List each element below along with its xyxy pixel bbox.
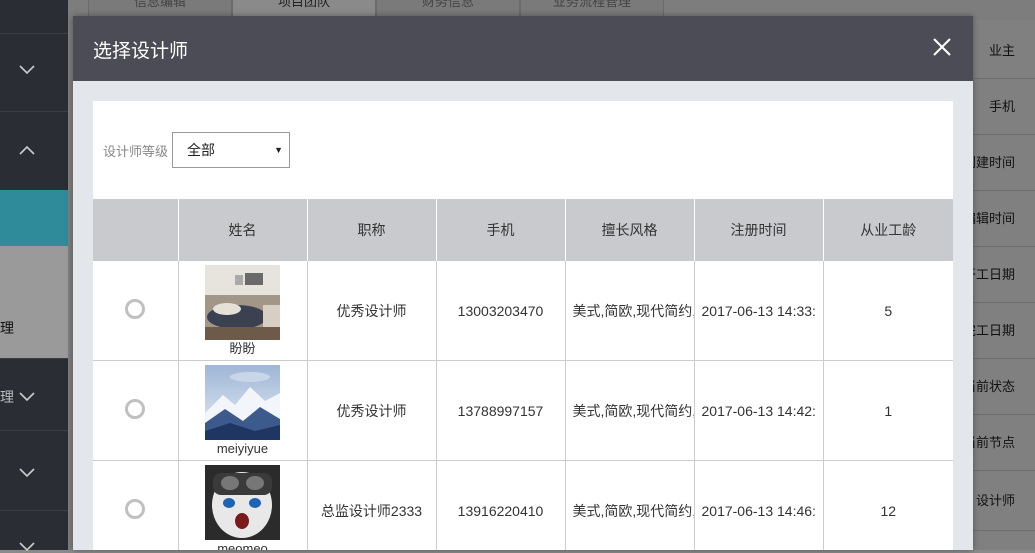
sidebar-item-label: 理 bbox=[0, 389, 14, 405]
chevron-down-icon bbox=[19, 542, 35, 552]
designer-years: 12 bbox=[823, 460, 953, 550]
sidebar: 理 理 bbox=[0, 0, 68, 552]
designer-style: 美式,简欧,现代简约, bbox=[565, 460, 695, 550]
designer-title: 优秀设计师 bbox=[307, 360, 437, 461]
designer-years: 1 bbox=[823, 360, 953, 461]
tab-finance[interactable]: 财务信息 bbox=[376, 0, 520, 17]
designer-registered: 2017-06-13 14:33: bbox=[694, 261, 824, 361]
sidebar-section[interactable]: 理 bbox=[0, 358, 68, 431]
select-radio[interactable] bbox=[125, 299, 146, 319]
detail-labels: 业主 手机 创建时间 编辑时间 开工日期 完工日期 当前状态 当前节点 设计师 bbox=[963, 20, 1035, 550]
label-owner: 业主 bbox=[988, 43, 1015, 58]
label-phone: 手机 bbox=[988, 99, 1015, 114]
select-value: 全部 bbox=[187, 142, 216, 158]
designer-title: 优秀设计师 bbox=[307, 261, 437, 361]
close-icon[interactable] bbox=[929, 34, 955, 60]
designer-name: meiyiyue bbox=[216, 440, 269, 456]
tab-info-edit[interactable]: 信息编辑 bbox=[88, 0, 232, 17]
table-row[interactable]: meiyiyue 优秀设计师 13788997157 美式,简欧,现代简约, 2… bbox=[93, 360, 953, 461]
tab-bar: 信息编辑 项目团队 财务信息 业务流程管理 bbox=[88, 0, 664, 17]
table-row[interactable]: meomeo 总监设计师2333 13916220410 美式,简欧,现代简约,… bbox=[93, 460, 953, 551]
label-designer: 设计师 bbox=[975, 493, 1015, 508]
table-row[interactable]: 盼盼 优秀设计师 13003203470 美式,简欧,现代简约, 2017-06… bbox=[93, 261, 953, 361]
column-header-style[interactable]: 擅长风格 bbox=[565, 199, 695, 261]
sidebar-section[interactable] bbox=[0, 33, 68, 112]
designer-style: 美式,简欧,现代简约, bbox=[565, 360, 695, 461]
caret-down-icon: ▼ bbox=[274, 145, 284, 155]
sidebar-item-label: 理 bbox=[0, 320, 14, 336]
column-header-phone[interactable]: 手机 bbox=[436, 199, 566, 261]
designer-name: meomeo bbox=[217, 540, 268, 551]
column-header-select bbox=[93, 199, 179, 261]
designer-years: 5 bbox=[823, 261, 953, 361]
designer-style: 美式,简欧,现代简约, bbox=[565, 261, 695, 361]
designer-title: 总监设计师2333 bbox=[307, 460, 437, 550]
designer-table: 姓名 职称 手机 擅长风格 注册时间 从业工龄 盼盼 优秀设计师 1300320… bbox=[93, 199, 953, 550]
table-header-row: 姓名 职称 手机 擅长风格 注册时间 从业工龄 bbox=[93, 199, 953, 261]
column-header-registered[interactable]: 注册时间 bbox=[694, 199, 824, 261]
sidebar-item-active[interactable] bbox=[0, 190, 68, 246]
tab-workflow[interactable]: 业务流程管理 bbox=[520, 0, 664, 17]
tab-project-team[interactable]: 项目团队 bbox=[232, 0, 376, 17]
dialog-body: 设计师等级 全部 ▼ 姓名 职称 手机 擅长风格 注册时间 从业工龄 盼盼 优秀… bbox=[93, 101, 953, 550]
filter-label: 设计师等级 bbox=[103, 143, 169, 159]
chevron-down-icon bbox=[19, 65, 35, 75]
designer-level-filter: 设计师等级 全部 ▼ bbox=[103, 131, 291, 169]
designer-registered: 2017-06-13 14:42: bbox=[694, 360, 824, 461]
sidebar-section[interactable] bbox=[0, 430, 68, 511]
avatar bbox=[205, 364, 280, 440]
chevron-up-icon bbox=[19, 145, 35, 155]
designer-level-select[interactable]: 全部 ▼ bbox=[172, 132, 291, 168]
dialog-header: 选择设计师 bbox=[73, 16, 973, 81]
avatar bbox=[205, 464, 280, 540]
select-radio[interactable] bbox=[125, 399, 146, 419]
sidebar-item[interactable]: 理 bbox=[0, 246, 68, 358]
sidebar-section[interactable] bbox=[0, 510, 68, 552]
select-radio[interactable] bbox=[125, 499, 146, 519]
avatar bbox=[205, 264, 280, 340]
column-header-years[interactable]: 从业工龄 bbox=[823, 199, 953, 261]
column-header-name[interactable]: 姓名 bbox=[178, 199, 308, 261]
chevron-down-icon bbox=[19, 468, 35, 478]
designer-phone: 13003203470 bbox=[436, 261, 566, 361]
designer-phone: 13788997157 bbox=[436, 360, 566, 461]
designer-registered: 2017-06-13 14:46: bbox=[694, 460, 824, 550]
sidebar-section[interactable] bbox=[0, 111, 68, 190]
designer-phone: 13916220410 bbox=[436, 460, 566, 550]
chevron-down-icon bbox=[19, 392, 35, 402]
dialog-title: 选择设计师 bbox=[93, 41, 189, 62]
column-header-title[interactable]: 职称 bbox=[307, 199, 437, 261]
select-designer-dialog: 选择设计师 设计师等级 全部 ▼ 姓名 职称 手机 擅长风格 注册时间 从业工龄 bbox=[73, 16, 973, 550]
designer-name: 盼盼 bbox=[229, 340, 256, 356]
